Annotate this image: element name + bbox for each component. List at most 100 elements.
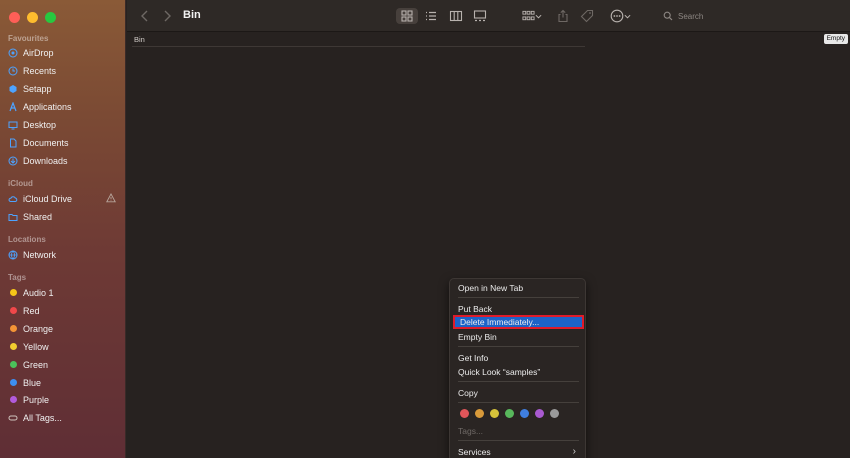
- menu-item-tags[interactable]: Tags...: [458, 424, 579, 438]
- close-window-button[interactable]: [9, 12, 20, 23]
- empty-bin-button[interactable]: Empty: [823, 34, 848, 44]
- sidebar-item-label: Setapp: [23, 83, 52, 94]
- sidebar-item-recents[interactable]: Recents: [8, 62, 120, 79]
- sidebar-tag-orange[interactable]: Orange: [8, 320, 120, 337]
- menu-item-put-back[interactable]: Put Back: [458, 302, 579, 316]
- sidebar-item-label: Recents: [23, 65, 57, 76]
- chevron-right-icon: ›: [572, 446, 576, 457]
- chevron-right-icon: [164, 10, 171, 22]
- sidebar-item-label: All Tags...: [23, 412, 62, 423]
- sidebar-item-label: Purple: [23, 394, 50, 405]
- sidebar-item-label: Blue: [23, 377, 42, 388]
- sidebar-item-label: iCloud Drive: [23, 193, 73, 204]
- sidebar-item-desktop[interactable]: Desktop: [8, 116, 120, 133]
- icon-view-button[interactable]: [396, 8, 418, 24]
- sidebar-item-documents[interactable]: Documents: [8, 134, 120, 151]
- column-view-button[interactable]: [447, 8, 465, 24]
- applications-icon: [8, 101, 18, 112]
- sidebar-item-label: Green: [23, 359, 49, 370]
- sidebar-item-airdrop[interactable]: AirDrop: [8, 44, 120, 61]
- sidebar-item-shared[interactable]: Shared: [8, 208, 120, 225]
- download-icon: [8, 156, 18, 166]
- network-icon: [8, 250, 18, 260]
- menu-item-open-new-tab[interactable]: Open in New Tab: [458, 281, 579, 295]
- sidebar-item-label: Red: [23, 305, 40, 316]
- shared-folder-icon: [8, 212, 18, 222]
- window-title: Bin: [183, 9, 201, 21]
- toolbar: Bin Search: [127, 0, 850, 32]
- tag-color-green[interactable]: [505, 409, 514, 418]
- menu-item-quick-look[interactable]: Quick Look “samples”: [458, 365, 579, 379]
- sidebar-item-label: Network: [23, 249, 57, 260]
- list-view-button[interactable]: [422, 8, 440, 24]
- sidebar-tag-yellow[interactable]: Yellow: [8, 338, 120, 355]
- sidebar-tag-red[interactable]: Red: [8, 302, 120, 319]
- sidebar-tag-blue[interactable]: Blue: [8, 374, 120, 391]
- tag-button[interactable]: [579, 8, 595, 24]
- sidebar-item-setapp[interactable]: Setapp: [8, 80, 120, 97]
- search-placeholder: Search: [678, 11, 704, 21]
- minimize-window-button[interactable]: [27, 12, 38, 23]
- tag-color-gray[interactable]: [550, 409, 559, 418]
- tag-color-orange[interactable]: [475, 409, 484, 418]
- back-button[interactable]: [137, 8, 153, 24]
- sidebar-item-label: Audio 1: [23, 287, 54, 298]
- document-icon: [8, 138, 18, 148]
- sidebar-item-label: Shared: [23, 211, 53, 222]
- sidebar-item-network[interactable]: Network: [8, 246, 120, 263]
- sidebar-item-applications[interactable]: Applications: [8, 98, 120, 115]
- fullscreen-window-button[interactable]: [45, 12, 56, 23]
- columns-icon: [449, 10, 463, 22]
- tag-color-picker: [460, 409, 559, 418]
- sidebar-item-icloud-drive[interactable]: iCloud Drive: [8, 190, 120, 207]
- finder-window: Favourites AirDrop Recents Setapp Applic…: [0, 0, 850, 458]
- header-divider: [132, 46, 585, 47]
- warning-icon[interactable]: [106, 193, 116, 203]
- desktop-icon: [8, 120, 18, 130]
- menu-separator: [458, 440, 579, 441]
- window-controls: [9, 12, 56, 23]
- search-icon: [663, 11, 673, 21]
- folder-label: Bin: [134, 35, 145, 44]
- search-field[interactable]: Search: [657, 7, 837, 25]
- menu-item-empty-bin[interactable]: Empty Bin: [458, 330, 579, 344]
- menu-item-get-info[interactable]: Get Info: [458, 351, 579, 365]
- tag-color-dot: [9, 379, 17, 386]
- content-header: Bin Empty: [127, 33, 850, 47]
- tag-color-dot: [9, 361, 17, 368]
- group-by-button[interactable]: [519, 8, 545, 24]
- grid-icon: [401, 10, 413, 22]
- sidebar-section-locations: Locations: [8, 235, 46, 244]
- sidebar-item-label: AirDrop: [23, 47, 54, 58]
- menu-item-copy[interactable]: Copy: [458, 386, 579, 400]
- tag-color-purple[interactable]: [535, 409, 544, 418]
- gallery-icon: [473, 10, 487, 22]
- sidebar-tag-purple[interactable]: Purple: [8, 391, 120, 408]
- airdrop-icon: [8, 48, 18, 58]
- sidebar-tag-audio-1[interactable]: Audio 1: [8, 284, 120, 301]
- group-grid-icon: [522, 10, 535, 21]
- clock-icon: [8, 66, 18, 76]
- tag-color-blue[interactable]: [520, 409, 529, 418]
- sidebar-item-downloads[interactable]: Downloads: [8, 152, 120, 169]
- tag-icon: [580, 9, 594, 23]
- menu-separator: [458, 381, 579, 382]
- menu-separator: [458, 402, 579, 403]
- forward-button[interactable]: [159, 8, 175, 24]
- cloud-icon: [8, 194, 18, 204]
- gallery-view-button[interactable]: [471, 8, 489, 24]
- sidebar-tag-all-tags[interactable]: All Tags...: [8, 409, 120, 426]
- tag-color-red[interactable]: [460, 409, 469, 418]
- chevron-down-icon: [535, 14, 542, 19]
- chevron-left-icon: [141, 10, 148, 22]
- sidebar-item-label: Downloads: [23, 155, 68, 166]
- menu-item-delete-immediately[interactable]: Delete Immediately...: [453, 315, 584, 329]
- sidebar-tag-green[interactable]: Green: [8, 356, 120, 373]
- menu-separator: [458, 346, 579, 347]
- tag-color-yellow[interactable]: [490, 409, 499, 418]
- share-button[interactable]: [555, 8, 571, 24]
- more-actions-button[interactable]: [607, 8, 633, 24]
- menu-item-services[interactable]: Services ›: [458, 445, 579, 458]
- menu-item-label: Services: [458, 447, 491, 457]
- menu-separator: [458, 297, 579, 298]
